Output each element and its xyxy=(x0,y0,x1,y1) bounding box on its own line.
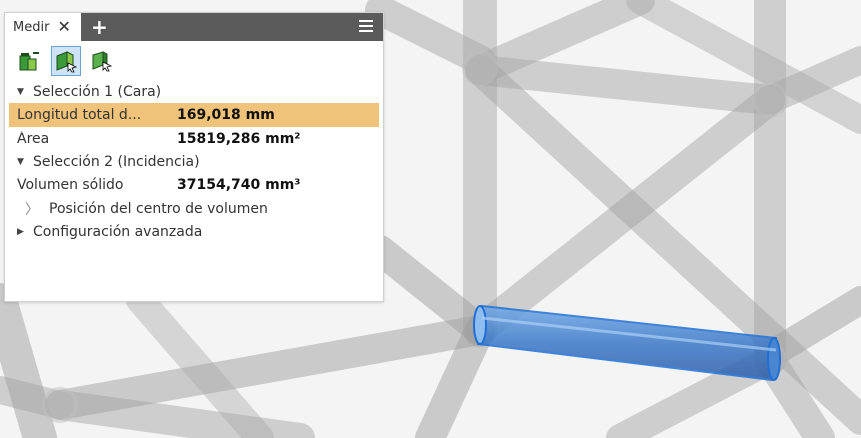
selection-2-title: Selección 2 (Incidencia) xyxy=(33,154,200,170)
panel-tabbar: Medir ✕ + xyxy=(5,13,383,41)
advanced-settings-title: Configuración avanzada xyxy=(33,224,203,240)
selection-1-title: Selección 1 (Cara) xyxy=(33,84,162,100)
advanced-settings-header[interactable]: ▶ Configuración avanzada xyxy=(5,221,383,243)
row-label: Volumen sólido xyxy=(17,177,124,193)
selection-2-header[interactable]: ▼ Selección 2 (Incidencia) xyxy=(5,151,383,173)
chevron-right-icon: 〉 xyxy=(25,202,39,218)
selection-1-header[interactable]: ▼ Selección 1 (Cara) xyxy=(5,81,383,103)
select-body-button[interactable] xyxy=(87,46,117,76)
measure-panel: Medir ✕ + ▼ Selección 1 (Cara) Longitud … xyxy=(4,12,384,302)
measure-row-area[interactable]: Área 15819,286 mm² xyxy=(5,127,383,151)
tab-label: Medir xyxy=(13,19,50,35)
hamburger-menu-icon[interactable] xyxy=(359,20,373,32)
close-icon[interactable]: ✕ xyxy=(57,19,70,35)
measure-distance-icon xyxy=(19,52,39,71)
expand-triangle-down-icon: ▼ xyxy=(17,87,24,97)
row-label: Longitud total d... xyxy=(17,107,142,123)
measure-row-total-length[interactable]: Longitud total d... 169,018 mm xyxy=(9,103,379,127)
add-tab-icon[interactable]: + xyxy=(91,17,108,37)
measure-distance-button[interactable] xyxy=(15,46,45,76)
row-value: 15819,286 mm² xyxy=(177,131,301,147)
volume-center-position-item[interactable]: 〉 Posición del centro de volumen xyxy=(5,197,383,221)
select-face-button[interactable] xyxy=(51,46,81,76)
measure-row-volume[interactable]: Volumen sólido 37154,740 mm³ xyxy=(5,173,383,197)
select-body-icon xyxy=(92,51,113,72)
expand-triangle-down-icon: ▼ xyxy=(17,157,24,167)
row-label: Área xyxy=(17,131,50,147)
subitem-label: Posición del centro de volumen xyxy=(49,201,268,217)
selection-toolbar xyxy=(5,41,383,81)
tab-measure[interactable]: Medir ✕ xyxy=(5,13,81,41)
expand-triangle-right-icon: ▶ xyxy=(17,227,24,237)
row-value: 169,018 mm xyxy=(177,107,275,123)
select-face-icon xyxy=(56,51,78,73)
row-value: 37154,740 mm³ xyxy=(177,177,301,193)
